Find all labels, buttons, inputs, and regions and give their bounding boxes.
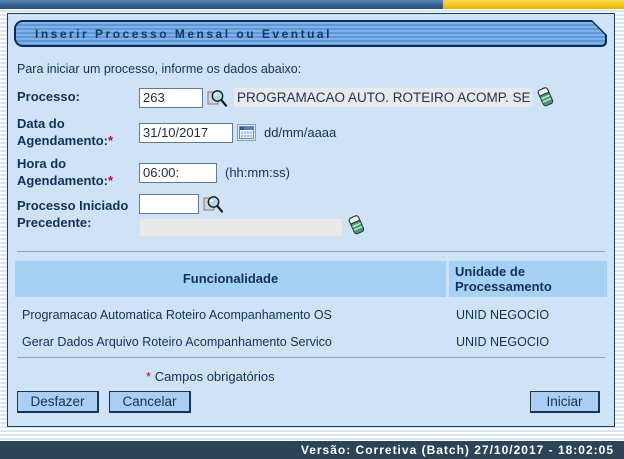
cell-unidade: UNID NEGOCIO <box>449 306 607 324</box>
table-header-row: Funcionalidade Unidade de Processamento <box>15 261 607 297</box>
magnifier-lookup-icon[interactable] <box>203 194 224 214</box>
cancelar-button[interactable]: Cancelar <box>109 391 191 413</box>
divider <box>17 357 605 358</box>
processo-row: Processo: PROGRAMACAO AUTO. ROTEIRO ACOM… <box>17 87 614 108</box>
cell-funcionalidade: Gerar Dados Arquivo Roteiro Acompanhamen… <box>15 333 446 351</box>
processo-precedente-row: Processo Iniciado Precedente: <box>17 194 614 237</box>
desfazer-button[interactable]: Desfazer <box>17 391 99 413</box>
intro-text: Para iniciar um processo, informe os dad… <box>17 62 614 76</box>
page-title-banner: Inserir Processo Mensal ou Eventual <box>14 20 607 47</box>
top-accent-bar-yellow <box>443 0 624 9</box>
divider <box>17 251 605 252</box>
top-accent-bar-blue <box>0 0 443 9</box>
processo-input[interactable] <box>139 88 203 108</box>
processo-precedente-input[interactable] <box>139 194 199 214</box>
eraser-clear-icon[interactable] <box>347 215 366 236</box>
banner-face: Inserir Processo Mensal ou Eventual <box>16 22 605 45</box>
required-fields-text: Campos obrigatórios <box>155 369 275 384</box>
processo-label: Processo: <box>17 89 139 106</box>
data-agendamento-input[interactable] <box>139 123 233 143</box>
process-form: Processo: PROGRAMACAO AUTO. ROTEIRO ACOM… <box>17 87 614 237</box>
table-row: Programacao Automatica Roteiro Acompanha… <box>15 306 607 324</box>
processo-precedente-label: Processo Iniciado Precedente: <box>17 198 139 232</box>
hora-agendamento-row: Hora do Agendamento:* (hh:mm:ss) <box>17 156 614 190</box>
required-fields-note: * Campos obrigatórios <box>146 369 275 384</box>
eraser-clear-icon[interactable] <box>536 87 555 108</box>
hora-agendamento-label: Hora do Agendamento:* <box>17 156 139 190</box>
date-format-hint: dd/mm/aaaa <box>264 125 336 140</box>
hora-agendamento-input[interactable] <box>139 163 217 183</box>
iniciar-button[interactable]: Iniciar <box>530 391 600 413</box>
main-panel: Inserir Processo Mensal ou Eventual Para… <box>7 13 615 427</box>
version-status-bar: Versão: Corretiva (Batch) 27/10/2017 - 1… <box>0 441 624 459</box>
cell-unidade: UNID NEGOCIO <box>449 333 607 351</box>
table-header-funcionalidade: Funcionalidade <box>15 261 446 297</box>
data-agendamento-row: Data do Agendamento:* dd/mm/aaaa <box>17 116 614 150</box>
required-asterisk: * <box>146 369 151 384</box>
magnifier-lookup-icon[interactable] <box>207 88 228 108</box>
table-header-unidade: Unidade de Processamento <box>449 261 607 297</box>
processo-precedente-description <box>139 218 343 237</box>
processo-description: PROGRAMACAO AUTO. ROTEIRO ACOMP. SE <box>234 88 532 107</box>
processo-precedente-fields <box>139 194 366 237</box>
calendar-picker-icon[interactable] <box>237 124 256 141</box>
top-accent-bar <box>0 0 624 9</box>
data-agendamento-label: Data do Agendamento:* <box>17 116 139 150</box>
page-title: Inserir Processo Mensal ou Eventual <box>16 27 332 41</box>
required-asterisk: * <box>108 133 113 148</box>
functionality-table: Funcionalidade Unidade de Processamento … <box>15 261 607 351</box>
cell-funcionalidade: Programacao Automatica Roteiro Acompanha… <box>15 306 446 324</box>
required-asterisk: * <box>108 173 113 188</box>
table-row: Gerar Dados Arquivo Roteiro Acompanhamen… <box>15 333 607 351</box>
time-format-hint: (hh:mm:ss) <box>225 165 290 180</box>
action-buttons: Desfazer Cancelar Iniciar <box>17 391 600 413</box>
